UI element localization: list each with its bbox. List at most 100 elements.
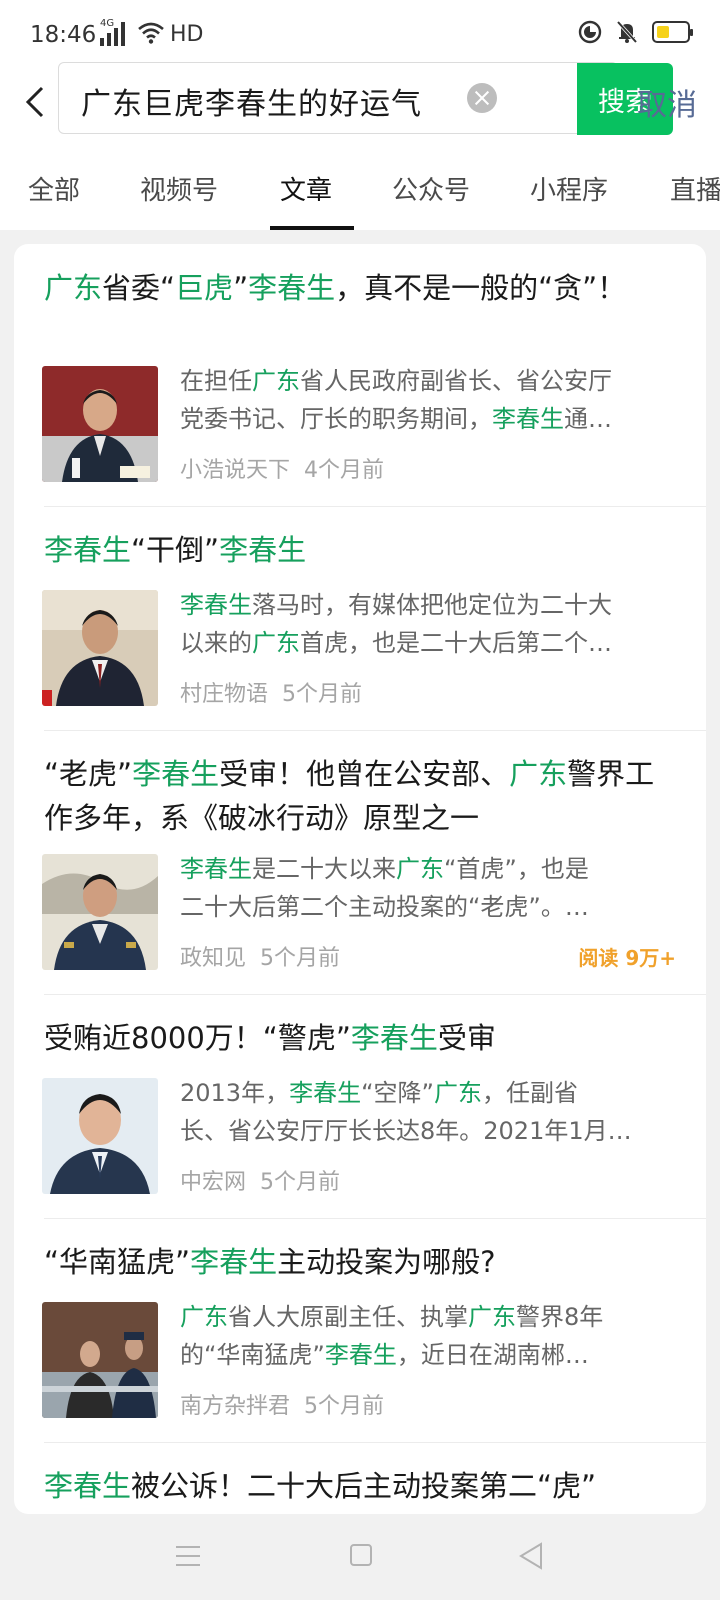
text-segment: 受审 [437,1021,496,1055]
text-segment: 党委书记、厅长的职务期间， [180,405,492,433]
hd-indicator: HD [170,22,204,47]
text-segment: ，任副省 [481,1079,578,1107]
text-segment: 二十大后第二个主动投案的“老虎”。… [180,893,589,921]
article-source: 中宏网 [180,1170,247,1195]
text-segment: 主动投案为哪般? [277,1245,496,1279]
text-segment: “干倒” [131,533,220,567]
wifi-icon [138,22,164,44]
read-count: 阅读 9万+ [578,946,676,970]
article-thumbnail [42,366,158,482]
article-title[interactable]: 李春生“干倒”李春生 [44,528,674,572]
back-arrow-icon[interactable] [18,82,54,122]
highlight-keyword: 李春生 [289,1079,362,1107]
highlight-keyword: 李春生 [324,1341,397,1369]
mute-bell-icon [616,20,638,44]
system-nav-bar [0,1514,720,1600]
tab-channels[interactable]: 视频号 [140,170,218,207]
active-tab-indicator [270,226,354,230]
text-segment: “首虎”，也是 [444,855,589,883]
search-query[interactable]: 广东巨虎李春生的好运气 [81,79,422,123]
text-segment: 通… [564,405,612,433]
article-time: 5个月前 [260,1170,341,1195]
highlight-keyword: 李春生 [44,533,132,567]
text-segment: 落马时，有媒体把他定位为二十大 [252,591,612,619]
article-source: 村庄物语 [180,682,269,707]
text-segment: “华南猛虎” [44,1245,191,1279]
article-meta: 村庄物语 5个月前 [180,676,362,708]
menu-icon[interactable] [176,1546,200,1566]
highlight-keyword: 李春生 [190,1245,278,1279]
tab-mini-programs[interactable]: 小程序 [530,170,608,207]
status-time: 18:46 [30,22,97,48]
highlight-keyword: 李春生 [492,405,564,433]
article-snippet: 在担任广东省人民政府副省长、省公安厅 党委书记、厅长的职务期间，李春生通… [180,362,670,438]
text-segment: 以来的 [180,629,252,657]
text-segment: ，真不是一般的“贪”！ [335,271,627,305]
divider [44,994,706,995]
tab-live[interactable]: 直播 [670,170,720,207]
highlight-keyword: 广东 [433,1079,482,1107]
text-segment: ，近日在湖南郴… [396,1341,589,1369]
text-segment: ” [233,271,249,305]
text-segment: 受审！他曾在公安部、 [219,757,510,791]
article-meta: 政知见 5个月前 [180,940,340,972]
article-meta: 小浩说天下 4个月前 [180,452,384,484]
article-thumbnail [42,1302,158,1418]
battery-icon [652,21,693,43]
category-tabs: 全部 视频号 文章 公众号 小程序 直播 [0,152,720,230]
status-bar: 18:46 4G HD [0,0,720,62]
text-segment: 长、省公安厅厅长长达8年。2021年1月… [180,1117,632,1145]
tab-articles[interactable]: 文章 [280,170,332,207]
search-input[interactable]: 广东巨虎李春生的好运气 搜索 [58,62,673,135]
text-segment: 的“华南猛虎” [180,1341,325,1369]
focus-mode-icon [578,20,602,44]
clear-icon[interactable] [467,83,497,113]
text-segment: 省人民政府副省长、省公安厅 [300,367,612,395]
search-bar: 广东巨虎李春生的好运气 搜索 取消 [0,62,720,152]
cellular-signal-icon: 4G [100,18,125,46]
article-thumbnail [42,590,158,706]
highlight-keyword: 广东 [252,629,300,657]
article-source: 小浩说天下 [180,458,291,483]
highlight-keyword: 李春生 [248,271,336,305]
article-title[interactable]: 李春生被公诉！二十大后主动投案第二“虎” [44,1464,674,1508]
article-snippet: 李春生是二十大以来广东“首虎”，也是 二十大后第二个主动投案的“老虎”。… [180,850,670,926]
text-segment: 是二十大以来 [252,855,396,883]
highlight-keyword: 李春生 [350,1021,438,1055]
article-title[interactable]: 广东省委“巨虎”李春生，真不是一般的“贪”！ [44,266,674,310]
highlight-keyword: 李春生 [180,591,252,619]
text-segment: 2013年， [180,1079,290,1107]
highlight-keyword: 巨虎 [175,271,234,305]
results-list: 广东省委“巨虎”李春生，真不是一般的“贪”！ 在担任广东省人民政府副省长、省公安… [14,244,706,1514]
article-time: 5个月前 [282,682,363,707]
article-title[interactable]: “老虎”李春生受审！他曾在公安部、广东警界工作多年，系《破冰行动》原型之一 [44,752,674,840]
highlight-keyword: 广东 [44,271,103,305]
article-title[interactable]: “华南猛虎”李春生主动投案为哪般? [44,1240,674,1284]
article-time: 4个月前 [304,458,385,483]
highlight-keyword: 广东 [509,757,568,791]
highlight-keyword: 广东 [468,1303,516,1331]
divider [44,1442,706,1443]
cancel-button[interactable]: 取消 [637,80,697,124]
highlight-keyword: 李春生 [44,1469,132,1503]
back-triangle-icon[interactable] [518,1542,544,1570]
article-source: 南方杂拌君 [180,1394,291,1419]
article-title[interactable]: 受贿近8000万！“警虎”李春生受审 [44,1016,674,1060]
text-segment: 警界8年 [516,1303,604,1331]
highlight-keyword: 广东 [396,855,444,883]
highlight-keyword: 广东 [252,367,300,395]
article-meta: 中宏网 5个月前 [180,1164,340,1196]
highlight-keyword: 李春生 [132,757,220,791]
text-segment: 受贿近8000万！“警虎” [44,1021,351,1055]
divider [44,1218,706,1219]
text-segment: 在担任 [180,367,252,395]
article-snippet: 李春生落马时，有媒体把他定位为二十大 以来的广东首虎，也是二十大后第二个… [180,586,670,662]
tab-official-accounts[interactable]: 公众号 [392,170,470,207]
tab-all[interactable]: 全部 [28,170,80,207]
article-thumbnail [42,854,158,970]
divider [44,730,706,731]
home-icon[interactable] [350,1544,372,1566]
text-segment: 省委“ [102,271,176,305]
text-segment: 被公诉！二十大后主动投案第二“虎” [131,1469,597,1503]
highlight-keyword: 李春生 [180,855,252,883]
